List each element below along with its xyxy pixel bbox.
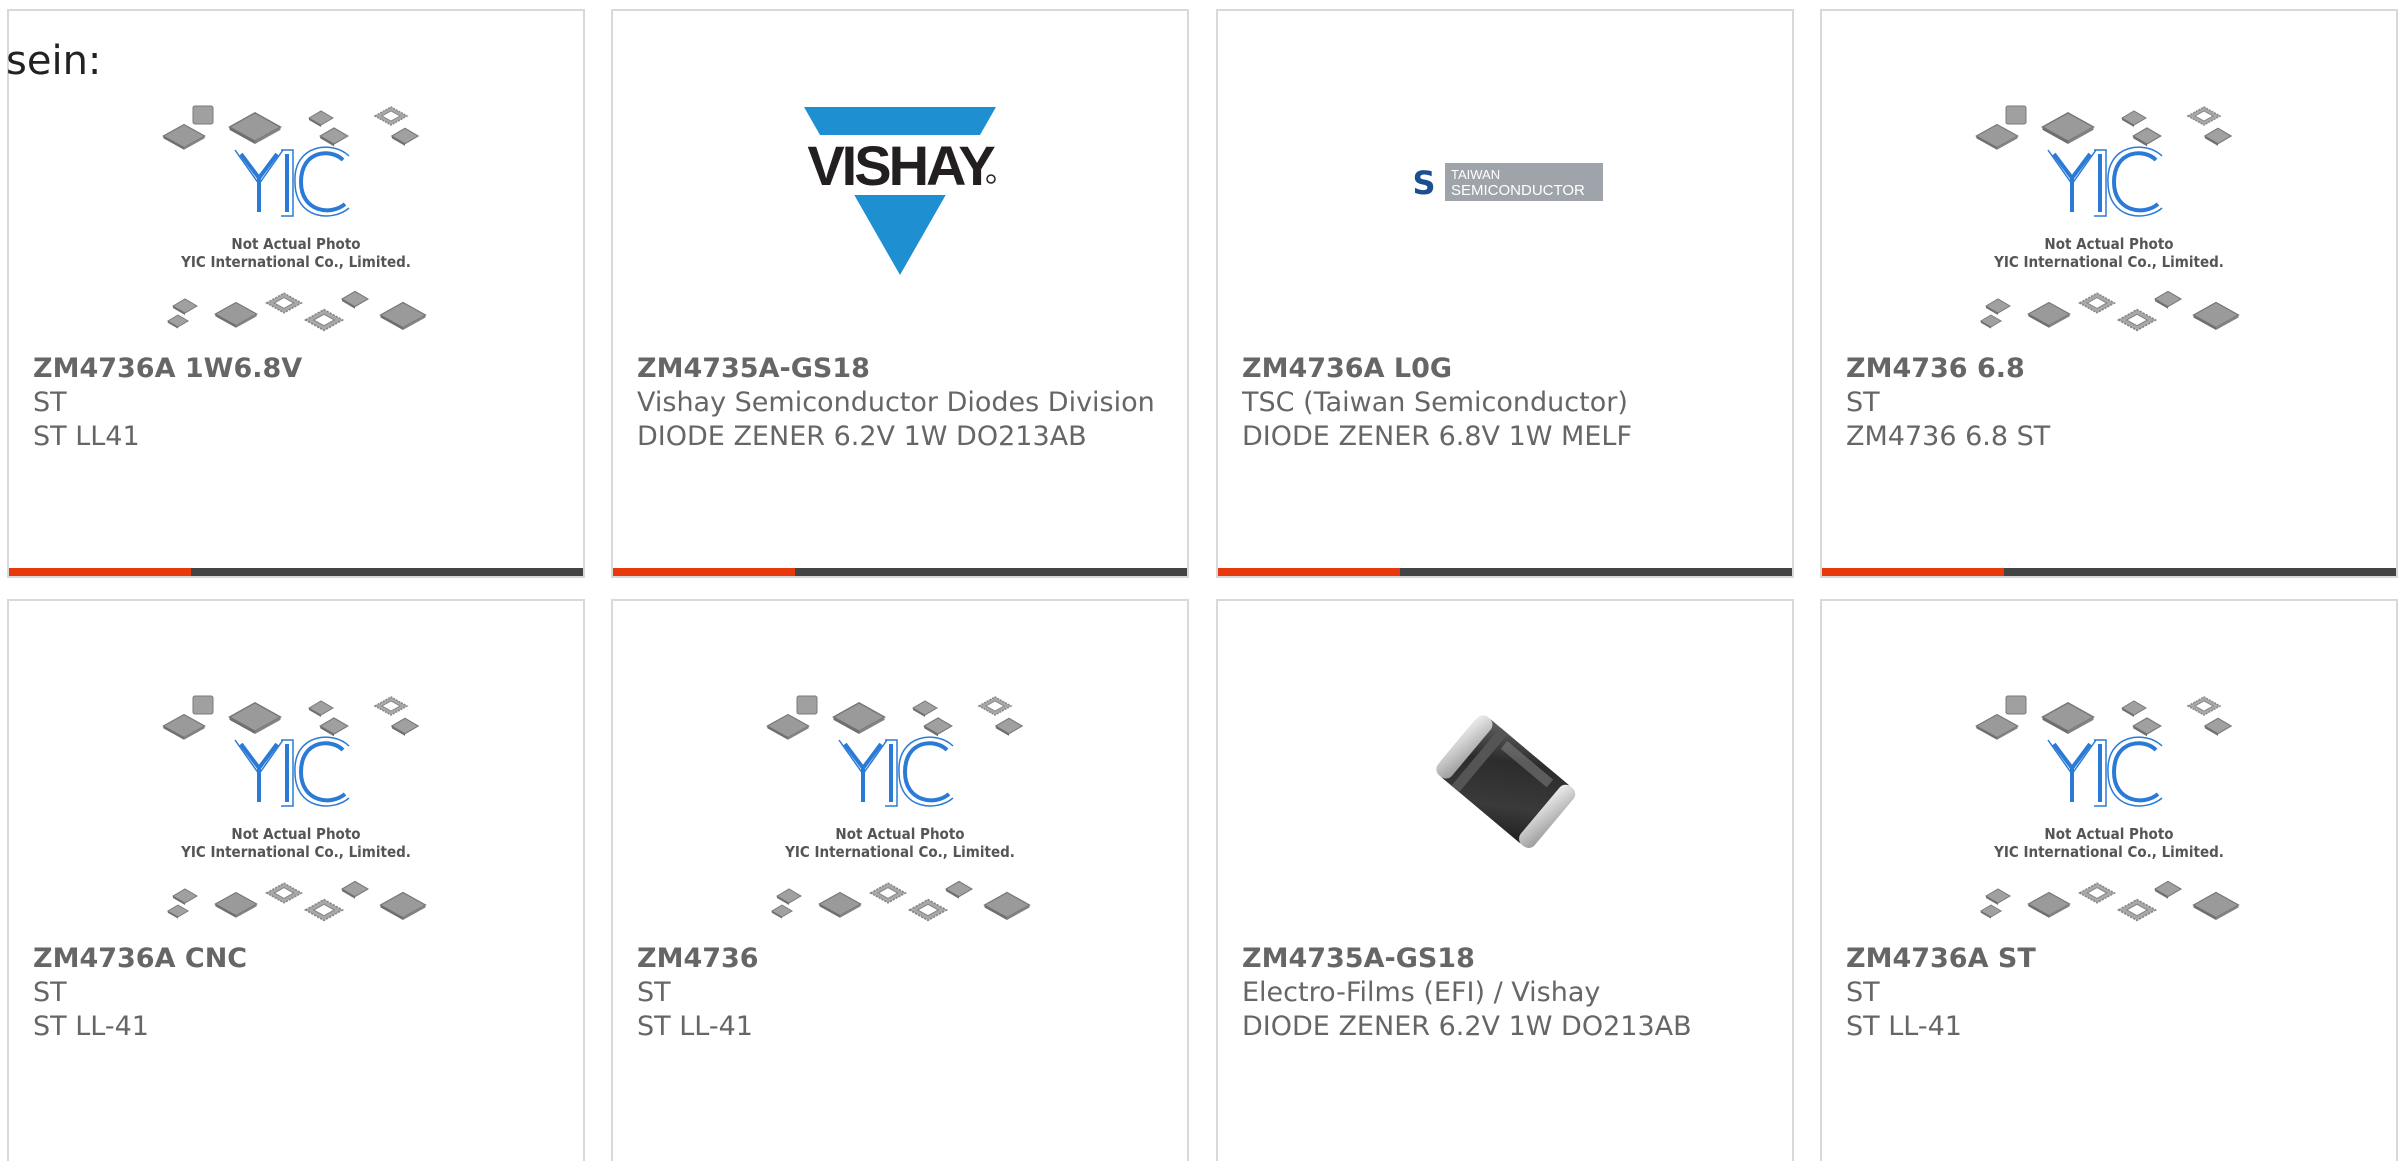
card-bottom-bar [1822, 568, 2396, 576]
not-actual-photo-caption: Not Actual Photo YIC International Co., … [161, 825, 431, 861]
product-image: Not Actual Photo YIC International Co., … [1822, 91, 2396, 361]
not-actual-photo-caption: Not Actual Photo YIC International Co., … [1974, 825, 2244, 861]
product-image: Not Actual Photo YIC International Co., … [9, 91, 583, 361]
description: ST LL41 [33, 421, 140, 452]
not-actual-photo-caption: Not Actual Photo YIC International Co., … [161, 235, 431, 271]
product-card[interactable]: Not Actual Photo YIC International Co., … [7, 9, 585, 578]
chip-collage-icon [766, 695, 1031, 922]
product-info: ZM4736A 1W6.8V ST ST LL41 [33, 352, 559, 454]
description: DIODE ZENER 6.2V 1W DO213AB [637, 421, 1087, 452]
chip-collage-icon [1975, 105, 2240, 332]
product-image: Not Actual Photo YIC International Co., … [9, 681, 583, 951]
product-info: ZM4736A CNC ST ST LL-41 [33, 942, 559, 1044]
caption-line-1: Not Actual Photo [835, 825, 965, 843]
description: ST LL-41 [637, 1011, 753, 1042]
description: DIODE ZENER 6.2V 1W DO213AB [1242, 1011, 1692, 1042]
yic-placeholder-image: Not Actual Photo YIC International Co., … [765, 694, 1035, 934]
caption-line-2: YIC International Co., Limited. [1994, 253, 2224, 271]
part-number[interactable]: ZM4735A-GS18 [637, 352, 1163, 386]
product-info: ZM4735A-GS18 Vishay Semiconductor Diodes… [637, 352, 1163, 454]
description: ZM4736 6.8 ST [1846, 421, 2051, 452]
product-card[interactable]: Not Actual Photo YIC International Co., … [611, 599, 1189, 1161]
yic-placeholder-image: Not Actual Photo YIC International Co., … [161, 694, 431, 934]
product-card[interactable]: Not Actual Photo YIC International Co., … [1820, 599, 2398, 1161]
description: ST LL-41 [1846, 1011, 1962, 1042]
yic-placeholder-image: Not Actual Photo YIC International Co., … [1974, 104, 2244, 344]
card-accent-bar [1822, 568, 2004, 576]
svg-text:TAIWAN: TAIWAN [1451, 167, 1500, 182]
caption-line-2: YIC International Co., Limited. [181, 253, 411, 271]
not-actual-photo-caption: Not Actual Photo YIC International Co., … [765, 825, 1035, 861]
yic-placeholder-image: Not Actual Photo YIC International Co., … [161, 104, 431, 344]
product-image: Not Actual Photo YIC International Co., … [613, 681, 1187, 951]
manufacturer: ST [637, 977, 671, 1008]
description: ST LL-41 [33, 1011, 149, 1042]
product-card[interactable]: S TAIWAN SEMICONDUCTOR ZM4736A L0G TSC (… [1216, 9, 1794, 578]
chip-collage-icon [1975, 695, 2240, 922]
manufacturer: TSC (Taiwan Semiconductor) [1242, 387, 1628, 418]
manufacturer: Electro-Films (EFI) / Vishay [1242, 977, 1601, 1008]
description: DIODE ZENER 6.8V 1W MELF [1242, 421, 1632, 452]
caption-line-2: YIC International Co., Limited. [785, 843, 1015, 861]
product-info: ZM4736 ST ST LL-41 [637, 942, 1163, 1044]
caption-line-2: YIC International Co., Limited. [1994, 843, 2224, 861]
part-number[interactable]: ZM4736 [637, 942, 1163, 976]
product-info: ZM4736 6.8 ST ZM4736 6.8 ST [1846, 352, 2372, 454]
heading-fragment: sein: [6, 38, 102, 84]
product-card[interactable]: Not Actual Photo YIC International Co., … [1820, 9, 2398, 578]
manufacturer: ST [1846, 977, 1880, 1008]
caption-line-1: Not Actual Photo [2044, 235, 2174, 253]
yic-placeholder-image: Not Actual Photo YIC International Co., … [1974, 694, 2244, 934]
product-grid-page: sein: Not Actual Photo YIC International… [0, 0, 2400, 1161]
svg-text:VISHAY: VISHAY [807, 134, 995, 197]
product-info: ZM4736A ST ST ST LL-41 [1846, 942, 2372, 1044]
product-image: VISHAY [613, 91, 1187, 361]
caption-line-2: YIC International Co., Limited. [181, 843, 411, 861]
manufacturer: Vishay Semiconductor Diodes Division [637, 387, 1155, 418]
product-info: ZM4736A L0G TSC (Taiwan Semiconductor) D… [1242, 352, 1768, 454]
product-card[interactable]: VISHAY ZM4735A-GS18 Vishay Semiconductor… [611, 9, 1189, 578]
taiwan-semiconductor-logo: S TAIWAN SEMICONDUCTOR [1405, 161, 1605, 203]
part-number[interactable]: ZM4736A ST [1846, 942, 2372, 976]
product-image: S TAIWAN SEMICONDUCTOR [1218, 91, 1792, 361]
manufacturer: ST [33, 387, 67, 418]
manufacturer: ST [1846, 387, 1880, 418]
not-actual-photo-caption: Not Actual Photo YIC International Co., … [1974, 235, 2244, 271]
product-image: Not Actual Photo YIC International Co., … [1822, 681, 2396, 951]
chip-collage-icon [162, 105, 427, 332]
part-number[interactable]: ZM4736A L0G [1242, 352, 1768, 386]
caption-line-1: Not Actual Photo [2044, 825, 2174, 843]
product-card[interactable]: Not Actual Photo YIC International Co., … [7, 599, 585, 1161]
melf-diode-photo [1436, 715, 1576, 848]
svg-text:S: S [1412, 164, 1435, 202]
card-accent-bar [613, 568, 795, 576]
card-bottom-bar [613, 568, 1187, 576]
card-bottom-bar [9, 568, 583, 576]
caption-line-1: Not Actual Photo [231, 825, 361, 843]
product-info: ZM4735A-GS18 Electro-Films (EFI) / Visha… [1242, 942, 1768, 1044]
caption-line-1: Not Actual Photo [231, 235, 361, 253]
part-number[interactable]: ZM4735A-GS18 [1242, 942, 1768, 976]
card-accent-bar [9, 568, 191, 576]
svg-text:SEMICONDUCTOR: SEMICONDUCTOR [1451, 182, 1585, 199]
card-accent-bar [1218, 568, 1400, 576]
manufacturer: ST [33, 977, 67, 1008]
part-number[interactable]: ZM4736A 1W6.8V [33, 352, 559, 386]
chip-collage-icon [162, 695, 427, 922]
card-bottom-bar [1218, 568, 1792, 576]
product-image [1218, 681, 1792, 951]
part-number[interactable]: ZM4736A CNC [33, 942, 559, 976]
vishay-logo: VISHAY [790, 107, 1010, 275]
product-card[interactable]: ZM4735A-GS18 Electro-Films (EFI) / Visha… [1216, 599, 1794, 1161]
part-number[interactable]: ZM4736 6.8 [1846, 352, 2372, 386]
